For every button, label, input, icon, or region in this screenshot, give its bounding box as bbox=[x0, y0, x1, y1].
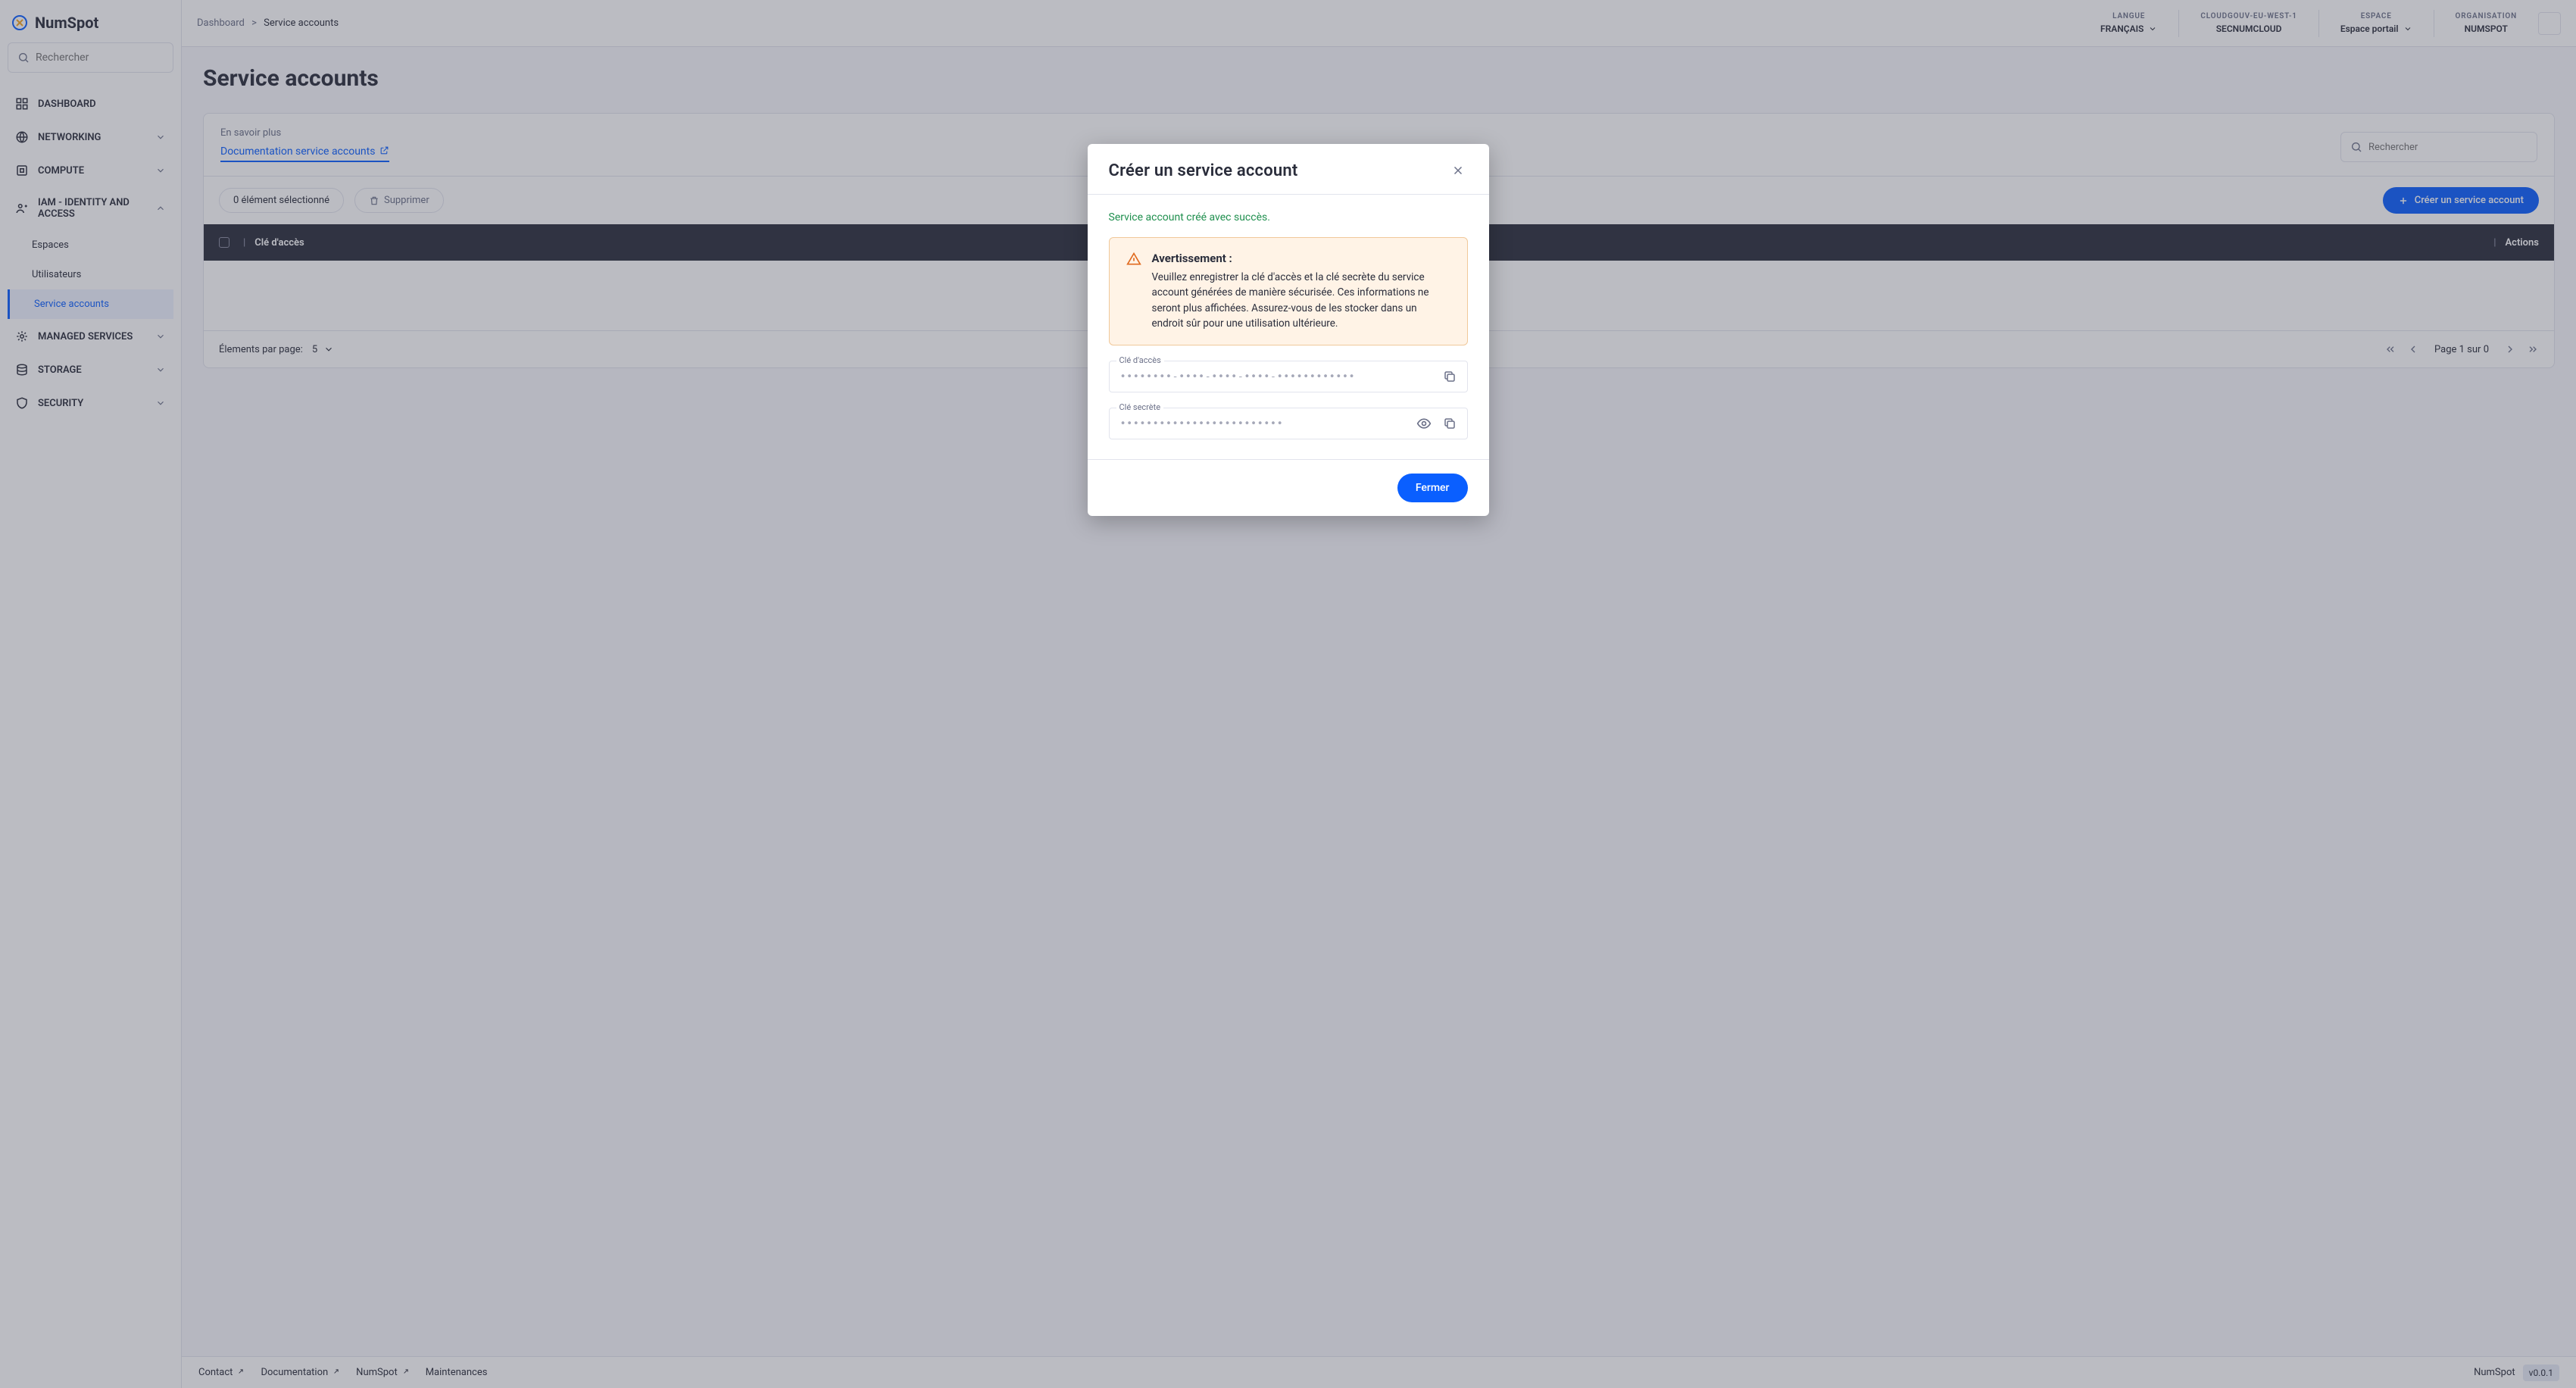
copy-icon bbox=[1443, 417, 1457, 430]
access-key-field: ••••••••-••••-••••-••••-•••••••••••• bbox=[1109, 361, 1468, 392]
modal-overlay[interactable]: Créer un service account Service account… bbox=[0, 0, 2576, 1388]
modal: Créer un service account Service account… bbox=[1088, 144, 1489, 516]
close-button[interactable] bbox=[1448, 161, 1468, 180]
warning-box: Avertissement : Veuillez enregistrer la … bbox=[1109, 237, 1468, 345]
access-key-label: Clé d'accès bbox=[1116, 355, 1164, 365]
eye-icon bbox=[1416, 416, 1432, 431]
secret-key-value: ••••••••••••••••••••••••• bbox=[1120, 417, 1408, 430]
warning-text: Veuillez enregistrer la clé d'accès et l… bbox=[1152, 270, 1450, 331]
copy-icon bbox=[1443, 370, 1457, 383]
close-icon bbox=[1451, 164, 1465, 177]
copy-secret-button[interactable] bbox=[1440, 414, 1460, 433]
toggle-visibility-button[interactable] bbox=[1414, 414, 1434, 433]
secret-key-field: ••••••••••••••••••••••••• bbox=[1109, 408, 1468, 439]
warning-title: Avertissement : bbox=[1152, 252, 1450, 265]
copy-access-button[interactable] bbox=[1440, 367, 1460, 386]
success-message: Service account créé avec succès. bbox=[1109, 211, 1468, 224]
access-key-value: ••••••••-••••-••••-••••-•••••••••••• bbox=[1120, 370, 1434, 383]
warning-icon bbox=[1126, 252, 1141, 267]
secret-key-label: Clé secrète bbox=[1116, 402, 1164, 412]
modal-title: Créer un service account bbox=[1109, 161, 1298, 180]
close-modal-button[interactable]: Fermer bbox=[1397, 474, 1468, 502]
